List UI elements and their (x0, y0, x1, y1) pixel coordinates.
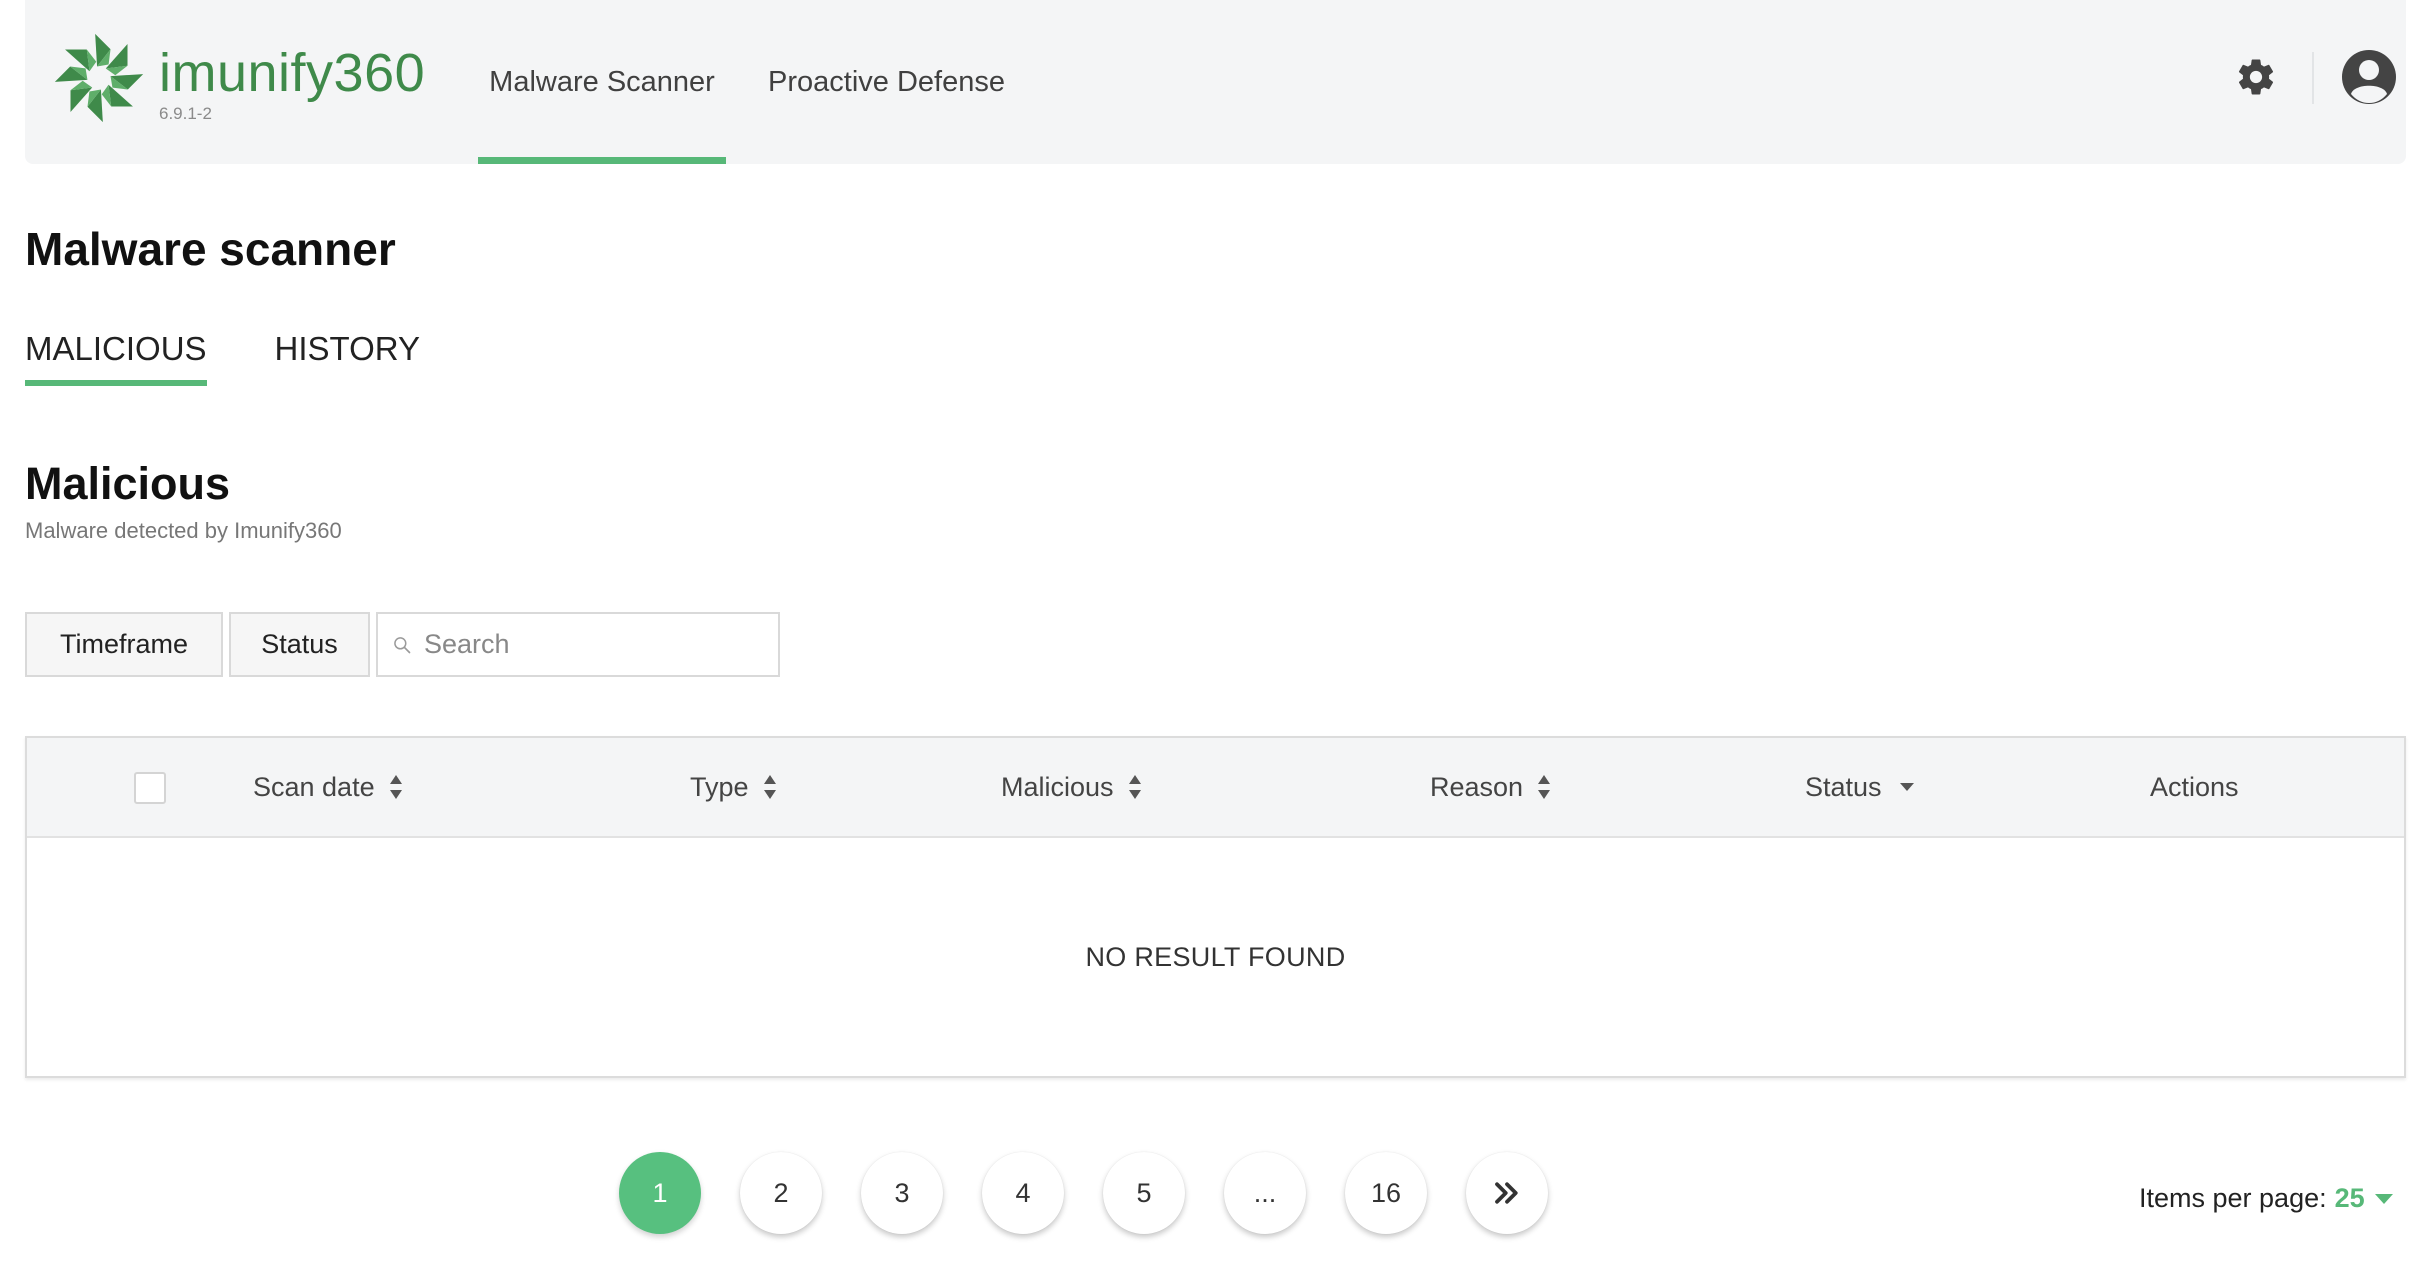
brand-name: imunify360 (159, 46, 425, 100)
imunify-logo-icon (54, 33, 144, 123)
gear-icon[interactable] (2235, 56, 2277, 98)
empty-state: NO RESULT FOUND (1085, 941, 1346, 972)
sort-icon (389, 775, 402, 799)
column-scan-date[interactable]: Scan date (253, 738, 403, 836)
column-type[interactable]: Type (690, 738, 777, 836)
column-actions: Actions (2150, 738, 2239, 836)
caret-down-icon (1899, 783, 1914, 791)
select-all-checkbox[interactable] (134, 772, 166, 804)
page-title: Malware scanner (25, 223, 396, 275)
app-version: 6.9.1-2 (159, 104, 212, 123)
pagination: 1 2 3 4 5 ... 16 (619, 1152, 1548, 1234)
tab-malware-scanner[interactable]: Malware Scanner (478, 0, 726, 164)
timeframe-button[interactable]: Timeframe (25, 612, 223, 677)
column-label: Actions (2150, 771, 2239, 802)
page-button-4[interactable]: 4 (982, 1152, 1064, 1234)
page-button-5[interactable]: 5 (1103, 1152, 1185, 1234)
tab-history[interactable]: HISTORY (275, 330, 421, 386)
caret-down-icon[interactable] (2374, 1193, 2393, 1205)
page-button-1[interactable]: 1 (619, 1152, 701, 1234)
next-page-button[interactable] (1466, 1152, 1548, 1234)
header-divider (2312, 52, 2314, 104)
page-ellipsis: ... (1224, 1152, 1306, 1234)
brand-prefix: imunify (159, 43, 334, 103)
column-label: Status (1805, 771, 1882, 802)
sort-icon (1128, 775, 1141, 799)
items-per-page-value[interactable]: 25 (2335, 1183, 2365, 1214)
sub-tabs: MALICIOUS HISTORY (25, 330, 420, 386)
column-reason[interactable]: Reason (1430, 738, 1551, 836)
search-box[interactable] (376, 612, 780, 677)
top-header: imunify360 6.9.1-2 Malware Scanner Proac… (25, 0, 2406, 164)
section-title: Malicious (25, 458, 231, 509)
page-button-2[interactable]: 2 (740, 1152, 822, 1234)
main-nav: Malware Scanner Proactive Defense (478, 0, 1005, 164)
double-chevron-right-icon (1495, 1182, 1518, 1204)
search-icon (394, 636, 411, 653)
user-avatar-icon[interactable] (2340, 48, 2398, 106)
imunify-logo[interactable]: imunify360 6.9.1-2 (51, 30, 425, 126)
page-button-3[interactable]: 3 (861, 1152, 943, 1234)
brand-number: 360 (333, 43, 426, 103)
search-input[interactable] (424, 614, 778, 675)
column-status[interactable]: Status (1805, 738, 1914, 836)
items-per-page: Items per page: 25 (2139, 1183, 2393, 1214)
items-per-page-label: Items per page: (2139, 1183, 2327, 1213)
sort-icon (763, 775, 776, 799)
section-subtitle: Malware detected by Imunify360 (25, 518, 342, 543)
tab-malicious[interactable]: MALICIOUS (25, 330, 207, 386)
column-label: Reason (1430, 771, 1524, 802)
column-label: Scan date (253, 771, 375, 802)
tab-proactive-defense[interactable]: Proactive Defense (768, 0, 1005, 164)
filter-bar: Timeframe Status (25, 612, 780, 677)
column-malicious[interactable]: Malicious (1001, 738, 1142, 836)
column-label: Malicious (1001, 771, 1114, 802)
malicious-table: Scan date Type Malicious Reason Status A… (25, 736, 2406, 1078)
sort-icon (1538, 775, 1551, 799)
column-label: Type (690, 771, 749, 802)
page-button-16[interactable]: 16 (1345, 1152, 1427, 1234)
table-header: Scan date Type Malicious Reason Status A… (27, 738, 2404, 838)
status-filter-button[interactable]: Status (229, 612, 370, 677)
logo-text: imunify360 6.9.1-2 (159, 46, 425, 124)
